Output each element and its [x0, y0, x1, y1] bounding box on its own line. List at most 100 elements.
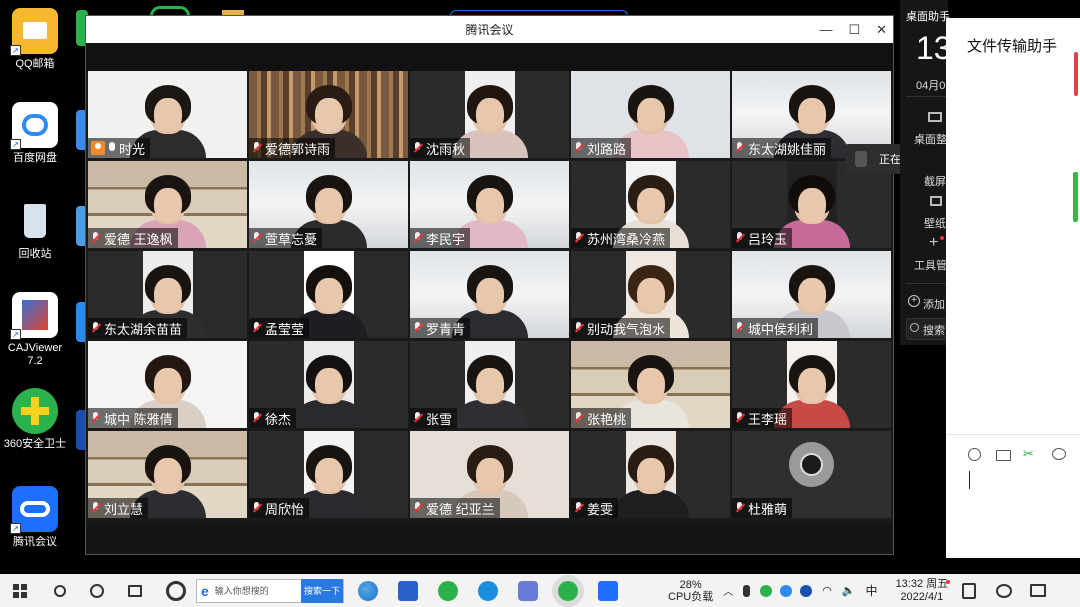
participant-tile[interactable]: 李民宇 — [410, 161, 569, 248]
participant-tile[interactable]: 城中 陈雅倩 — [88, 341, 247, 428]
search-icon[interactable] — [54, 584, 66, 597]
mic-muted-icon — [735, 232, 745, 244]
assistant-add[interactable]: 添加 — [923, 296, 945, 312]
meeting-titlebar[interactable]: 腾讯会议 — ☐ ✕ — [86, 16, 893, 43]
ime-indicator[interactable]: 中 — [866, 582, 878, 599]
participant-tile[interactable]: 张艳桃 — [571, 341, 730, 428]
assistant-search[interactable]: 搜索 — [923, 322, 945, 338]
participant-tile[interactable]: 爱德 纪亚兰 — [410, 431, 569, 518]
wifi-icon[interactable]: ◠ — [822, 584, 832, 597]
participant-tile[interactable]: 孟莹莹 — [249, 251, 408, 338]
desktop-icon-qqmail[interactable]: ↗ QQ邮箱 — [0, 8, 70, 71]
mic-icon — [108, 142, 116, 154]
browser-search-box[interactable]: e 输入你想搜的 搜索一下 — [196, 578, 344, 603]
browser-search-button[interactable]: 搜索一下 — [300, 578, 343, 603]
participant-name-tag: 爱德 纪亚兰 — [410, 498, 500, 518]
volume-icon[interactable]: 🔈 — [842, 584, 856, 597]
mic-muted-icon — [413, 412, 423, 424]
participant-tile[interactable]: 东太湖余苗苗 — [88, 251, 247, 338]
participant-name-tag: 徐杰 — [249, 408, 297, 428]
meeting-window: 腾讯会议 — ☐ ✕ 时光 爱德郭诗雨 沈雨秋 刘路路 东太湖姚佳丽爱德 王逸枫 萱草忘憂… — [85, 15, 894, 555]
participant-tile[interactable]: 刘立慧 — [88, 431, 247, 518]
desktop-icon-tencent-meeting[interactable]: ↗ 腾讯会议 — [0, 486, 70, 549]
tencent-meeting-taskbar-icon[interactable] — [598, 580, 618, 601]
store-icon[interactable] — [398, 580, 418, 601]
chevron-up-icon[interactable]: ︿ — [723, 583, 733, 598]
tray-app-icon-3[interactable] — [800, 584, 813, 597]
participant-tile[interactable]: 苏州湾桑冷燕 — [571, 161, 730, 248]
participant-tile[interactable]: 罗青青 — [410, 251, 569, 338]
assistant-item-organize[interactable]: 桌面整 — [914, 131, 947, 147]
chat-icon[interactable] — [1052, 448, 1066, 460]
desktop-icon-cajviewer[interactable]: ↗ CAJViewer 7.2 — [0, 292, 70, 368]
participant-name: 张艳桃 — [587, 411, 627, 427]
notes-icon[interactable] — [962, 582, 977, 599]
meeting-toolbar-strip — [86, 43, 893, 71]
participant-name-tag: 东太湖姚佳丽 — [732, 138, 832, 158]
participant-tile[interactable]: 萱草忘憂 — [249, 161, 408, 248]
participant-name: 罗青青 — [426, 321, 466, 337]
windows-start-icon[interactable] — [13, 583, 27, 598]
mic-muted-icon — [735, 142, 745, 154]
close-button[interactable]: ✕ — [876, 22, 887, 38]
text-cursor[interactable] — [969, 471, 970, 489]
participant-tile[interactable]: 吕玲玉 — [732, 161, 891, 248]
scrollbar-top[interactable] — [1074, 52, 1078, 96]
clock[interactable]: 13:32 周五 2022/4/1 — [896, 578, 949, 604]
desktop-icon-baidu[interactable]: ↗ 百度网盘 — [0, 102, 70, 165]
mic-muted-icon — [735, 412, 745, 424]
mic-muted-icon — [252, 412, 262, 424]
participant-tile[interactable]: 爱德 王逸枫 — [88, 161, 247, 248]
wechat-icon[interactable] — [558, 580, 578, 601]
participant-name: 时光 — [119, 141, 146, 157]
notification-icon[interactable] — [1030, 584, 1047, 597]
task-view-icon[interactable] — [128, 584, 142, 597]
scrollbar-thumb[interactable] — [1073, 172, 1078, 222]
participant-name-tag: 孟莹莹 — [249, 318, 310, 338]
participant-name: 李民宇 — [426, 231, 466, 247]
participant-name: 别动我气泡水 — [587, 321, 666, 337]
participant-tile[interactable]: 姜雯 — [571, 431, 730, 518]
participant-tile[interactable]: 爱德郭诗雨 — [249, 71, 408, 158]
edge-icon[interactable] — [358, 580, 378, 601]
participant-tile[interactable]: 时光 — [88, 71, 247, 158]
assistant-item-tools[interactable]: 工具管 — [914, 257, 947, 273]
browser-green-icon[interactable] — [438, 580, 458, 601]
participant-name-tag: 周欣怡 — [249, 498, 310, 518]
participant-tile[interactable]: 别动我气泡水 — [571, 251, 730, 338]
mic-muted-icon — [574, 412, 584, 424]
assistant-item-wallpaper[interactable]: 壁纸 — [924, 215, 946, 231]
cortana-icon[interactable] — [90, 583, 104, 598]
desktop-icon-recycle-bin[interactable]: 回收站 — [0, 198, 70, 261]
scissors-icon[interactable]: ✂ — [1023, 446, 1034, 462]
microphone-icon[interactable] — [743, 584, 751, 597]
desktop-icon-360[interactable]: 360安全卫士 — [0, 388, 70, 451]
mic-muted-icon — [574, 232, 584, 244]
mic-muted-icon — [252, 322, 262, 334]
browser-search-input[interactable]: 输入你想搜的 — [215, 584, 299, 597]
participant-tile[interactable]: 张雪 — [410, 341, 569, 428]
chat-bubble-icon[interactable] — [996, 583, 1013, 598]
participant-tile[interactable]: 徐杰 — [249, 341, 408, 428]
participant-name: 张雪 — [426, 411, 453, 427]
tray-app-icon-2[interactable] — [780, 584, 793, 597]
maximize-button[interactable]: ☐ — [848, 22, 860, 38]
participant-tile[interactable]: 杜雅萌 — [732, 431, 891, 518]
emoji-icon[interactable] — [968, 448, 981, 461]
folder-icon[interactable] — [996, 450, 1011, 461]
ie-browser-icon[interactable] — [478, 580, 498, 601]
assistant-item-screenshot[interactable]: 截屏 — [924, 173, 946, 189]
app-icon-pinwheel[interactable] — [166, 580, 186, 601]
video-app-icon[interactable] — [518, 580, 538, 601]
360-security-icon — [12, 388, 58, 434]
minimize-button[interactable]: — — [819, 22, 832, 37]
tray-app-icon-1[interactable] — [760, 584, 773, 597]
participant-name: 刘立慧 — [104, 501, 144, 517]
mic-muted-icon — [252, 142, 262, 154]
participant-tile[interactable]: 周欣怡 — [249, 431, 408, 518]
meeting-title: 腾讯会议 — [465, 23, 514, 37]
participant-tile[interactable]: 城中侯利利 — [732, 251, 891, 338]
participant-tile[interactable]: 王李瑶 — [732, 341, 891, 428]
participant-tile[interactable]: 沈雨秋 — [410, 71, 569, 158]
participant-tile[interactable]: 刘路路 — [571, 71, 730, 158]
